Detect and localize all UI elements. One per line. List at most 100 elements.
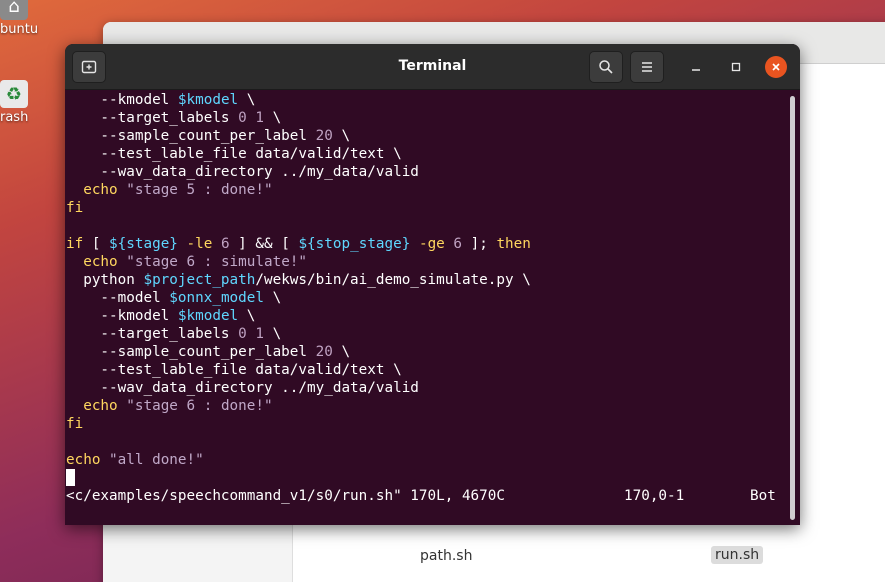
terminal-line: --kmodel $kmodel \: [66, 91, 786, 109]
code-token: 6: [453, 236, 463, 252]
terminal-line: --model $onnx_model \: [66, 289, 786, 307]
code-token: --sample_count_per_label: [66, 128, 316, 144]
code-token: 20: [315, 344, 333, 360]
terminal-line: --kmodel $kmodel \: [66, 307, 786, 325]
code-token: \: [238, 308, 256, 324]
code-token: --wav_data_directory ../my_data/valid: [66, 164, 419, 180]
close-icon: [772, 63, 780, 71]
code-token: --test_lable_file data/valid/text \: [66, 362, 402, 378]
code-token: echo: [83, 182, 118, 198]
terminal-text-area[interactable]: --kmodel $kmodel \ --target_labels 0 1 \…: [66, 91, 786, 525]
terminal-line: --wav_data_directory ../my_data/valid: [66, 379, 786, 397]
code-token: ] && [: [229, 236, 299, 252]
minimize-icon: [692, 69, 700, 71]
code-token: $onnx_model: [169, 290, 264, 306]
code-token: --sample_count_per_label: [66, 344, 316, 360]
terminal-line: echo "stage 6 : done!": [66, 397, 786, 415]
code-token: 0 1: [238, 326, 264, 342]
file-item-path-sh[interactable]: path.sh: [420, 548, 472, 564]
status-scroll: Bot: [750, 488, 776, 504]
terminal-line: fi: [66, 199, 786, 217]
code-token: ${stop_stage}: [298, 236, 411, 252]
code-token: \: [238, 92, 256, 108]
search-icon: [599, 60, 613, 74]
terminal-line: --target_labels 0 1 \: [66, 109, 786, 127]
code-token: --kmodel: [66, 308, 178, 324]
file-item-run-sh[interactable]: run.sh: [711, 546, 764, 564]
search-button[interactable]: [589, 51, 623, 83]
code-token: python: [66, 272, 144, 288]
code-token: --target_labels: [66, 110, 239, 126]
terminal-line: if [ ${stage} -le 6 ] && [ ${stop_stage}…: [66, 235, 786, 253]
terminal-line: python $project_path/wekws/bin/ai_demo_s…: [66, 271, 786, 289]
home-icon: ⌂: [0, 0, 28, 20]
terminal-line: --sample_count_per_label 20 \: [66, 343, 786, 361]
home-label: buntu: [0, 22, 39, 37]
code-token: \: [263, 290, 282, 306]
code-token: -ge: [418, 236, 445, 252]
terminal-line: --wav_data_directory ../my_data/valid: [66, 163, 786, 181]
close-button[interactable]: [765, 56, 787, 78]
terminal-line: echo "all done!": [66, 451, 786, 469]
code-token: \: [263, 326, 282, 342]
terminal-scrollbar[interactable]: [790, 96, 795, 520]
terminal-window[interactable]: Terminal --kmodel $kmodel \ --target_lab…: [65, 44, 800, 525]
terminal-line: --test_lable_file data/valid/text \: [66, 361, 786, 379]
home-folder-desktop-icon[interactable]: ⌂ buntu: [0, 0, 40, 37]
hamburger-icon: [642, 62, 652, 72]
code-token: "all done!": [109, 452, 204, 468]
status-position: 170,0-1: [624, 488, 685, 504]
text-cursor: [66, 469, 75, 486]
terminal-titlebar[interactable]: Terminal: [65, 44, 800, 90]
code-token: fi: [66, 416, 84, 432]
code-token: 0 1: [238, 110, 264, 126]
code-token: $project_path: [143, 272, 256, 288]
trash-desktop-icon[interactable]: ♻ rash: [0, 80, 40, 125]
code-token: echo: [83, 254, 118, 270]
code-token: --wav_data_directory ../my_data/valid: [66, 380, 419, 396]
vim-status-line: <c/examples/speechcommand_v1/s0/run.sh" …: [66, 487, 786, 505]
code-token: echo: [83, 398, 118, 414]
menu-button[interactable]: [630, 51, 664, 83]
code-token: "stage 6 : done!": [126, 398, 273, 414]
code-token: then: [496, 236, 531, 252]
code-token: \: [332, 344, 351, 360]
code-token: --kmodel: [66, 92, 178, 108]
code-token: 20: [315, 128, 333, 144]
terminal-line: echo "stage 6 : simulate!": [66, 253, 786, 271]
code-token: \: [263, 110, 282, 126]
recycle-icon: ♻: [0, 80, 28, 108]
code-token: --target_labels: [66, 326, 239, 342]
code-token: ];: [462, 236, 497, 252]
code-token: --test_lable_file data/valid/text \: [66, 146, 402, 162]
code-token: "stage 5 : done!": [126, 182, 273, 198]
code-token: fi: [66, 200, 84, 216]
code-token: \: [332, 128, 351, 144]
code-token: ${stage}: [109, 236, 178, 252]
code-token: $kmodel: [177, 308, 239, 324]
code-token: 6: [220, 236, 230, 252]
code-token: --model: [66, 290, 170, 306]
terminal-line: --test_lable_file data/valid/text \: [66, 145, 786, 163]
minimize-button[interactable]: [685, 56, 707, 78]
code-token: -le: [186, 236, 213, 252]
code-token: /wekws/bin/ai_demo_simulate.py \: [255, 272, 531, 288]
code-token: if: [66, 236, 84, 252]
maximize-button[interactable]: [725, 56, 747, 78]
trash-label: rash: [0, 110, 29, 125]
terminal-line: --sample_count_per_label 20 \: [66, 127, 786, 145]
terminal-line: fi: [66, 415, 786, 433]
code-token: [: [83, 236, 110, 252]
terminal-line: --target_labels 0 1 \: [66, 325, 786, 343]
